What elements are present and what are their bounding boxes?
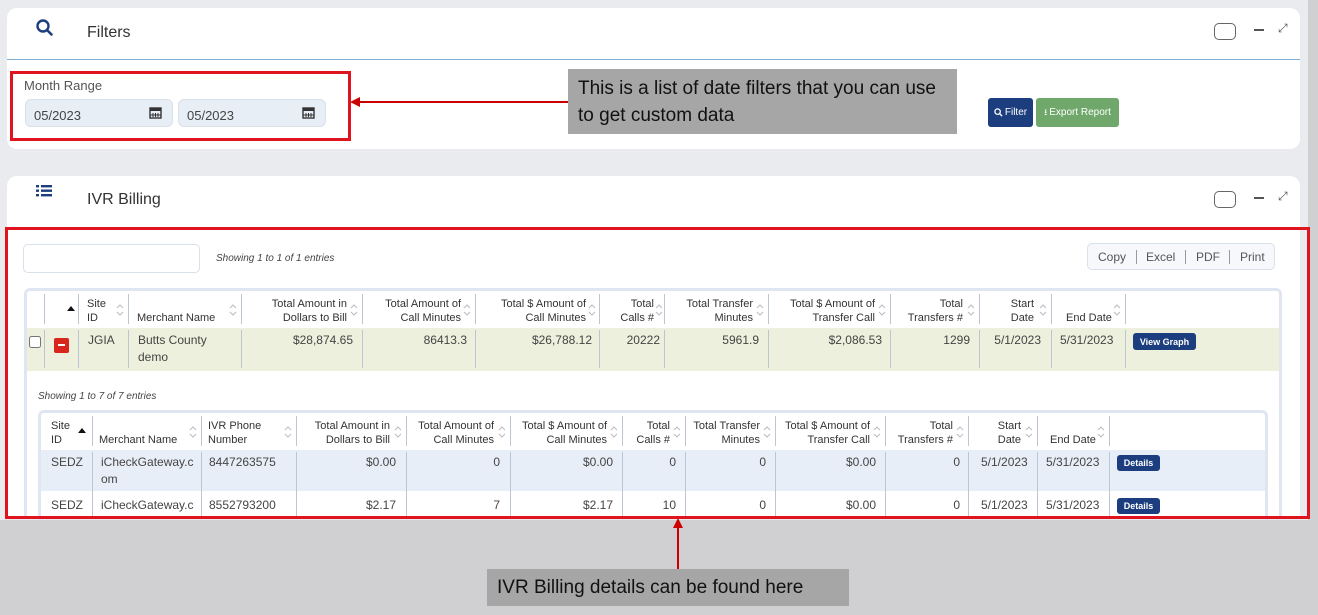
- search-icon: [36, 19, 53, 36]
- arrow-left-icon: [350, 97, 360, 107]
- collapse-checkbox[interactable]: [1214, 191, 1236, 208]
- filters-highlight-box: [10, 71, 351, 141]
- ivr-billing-title: IVR Billing: [87, 191, 161, 208]
- filter-button-label: Filter: [1004, 107, 1028, 118]
- export-button-label: Export Report: [1049, 107, 1111, 118]
- download-icon: ⭳: [1044, 106, 1048, 117]
- billing-callout: IVR Billing details can be found here: [487, 569, 849, 606]
- filters-callout: This is a list of date filters that you …: [568, 69, 957, 134]
- arrow-up-icon: [673, 518, 683, 528]
- filters-header: Filters ⤢: [7, 8, 1300, 60]
- billing-highlight-box: [5, 227, 1310, 519]
- export-report-button[interactable]: ⭳ Export Report: [1036, 98, 1119, 127]
- list-icon: [36, 185, 52, 197]
- search-icon: [994, 108, 1003, 117]
- billing-arrow-line: [677, 526, 679, 569]
- collapse-checkbox[interactable]: [1214, 23, 1236, 40]
- minimize-icon[interactable]: [1254, 197, 1264, 199]
- expand-icon[interactable]: ⤢: [1278, 189, 1288, 204]
- minimize-icon[interactable]: [1254, 29, 1264, 31]
- filters-title: Filters: [87, 24, 131, 41]
- expand-icon[interactable]: ⤢: [1278, 21, 1288, 36]
- filters-arrow-line: [357, 101, 568, 103]
- filter-button[interactable]: Filter: [988, 98, 1033, 127]
